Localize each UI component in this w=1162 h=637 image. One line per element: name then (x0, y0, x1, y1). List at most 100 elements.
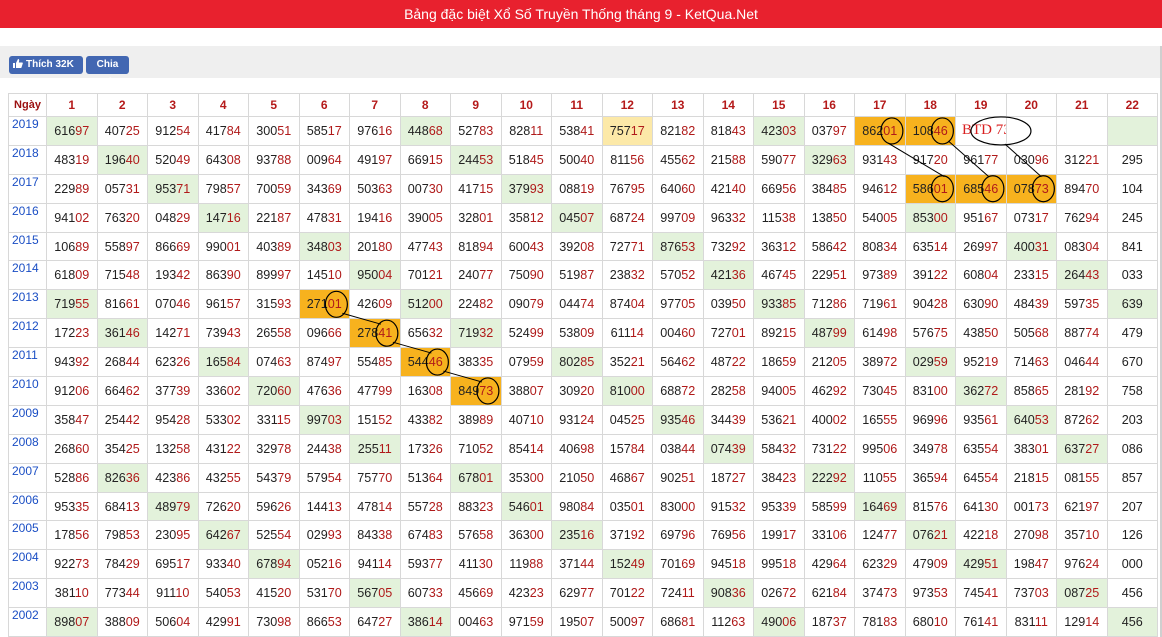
result-cell: 94518 (702, 549, 754, 580)
day-header: 1 (46, 93, 98, 117)
year-label[interactable]: 2004 (8, 549, 47, 580)
result-cell: 36312 (753, 231, 805, 262)
result-prefix: 866 (306, 615, 328, 630)
result-prefix: 645 (963, 470, 985, 485)
day-header: 20 (1005, 93, 1057, 117)
year-label[interactable]: 2012 (8, 318, 47, 349)
result-cell: 086 (1106, 433, 1158, 464)
result-cell: 18737 (803, 607, 855, 637)
year-label[interactable]: 2018 (8, 144, 47, 175)
year-label[interactable]: 2017 (8, 173, 47, 204)
day-header: 6 (298, 93, 350, 117)
result-prefix: 853 (912, 210, 934, 225)
result-prefix: 083 (1064, 239, 1086, 254)
result-cell: 87497 (298, 347, 350, 378)
result-last-two: 42 (176, 268, 191, 283)
result-prefix: 769 (710, 528, 732, 543)
result-last-two: 16 (226, 210, 241, 225)
result-prefix: 039 (710, 297, 732, 312)
result-cell: 38614 (399, 607, 451, 637)
result-cell: 16555 (854, 404, 906, 435)
facebook-share-button[interactable]: Chia sẻ (86, 56, 129, 88)
year-label[interactable]: 2009 (8, 404, 47, 435)
result-last-two: 18 (731, 557, 746, 572)
result-last-two: 41 (984, 615, 999, 630)
result-prefix: 525 (256, 528, 278, 543)
result-cell: 07873 (1005, 173, 1057, 204)
year-label[interactable]: 2003 (8, 578, 47, 609)
result-last-two: 15 (428, 152, 443, 167)
result-cell: 03797 (803, 116, 855, 146)
result-cell: 51364 (399, 462, 451, 493)
year-row: 2018 48319 19640 52049 64308 93788 00964 49197 6… (8, 144, 1158, 175)
social-bar (0, 46, 1162, 78)
result-cell: 25442 (96, 404, 148, 435)
result-prefix: 719 (54, 297, 76, 312)
result-last-two: 40 (580, 152, 595, 167)
result-last-two: 50 (984, 326, 999, 341)
result-last-two: 10 (933, 615, 948, 630)
result-prefix: 212 (811, 355, 833, 370)
result-cell: 53841 (551, 116, 603, 146)
result-prefix: 872 (1064, 412, 1086, 427)
result-cell: 89215 (753, 318, 805, 349)
result-prefix: 124 (862, 528, 884, 543)
year-label[interactable]: 2007 (8, 462, 47, 493)
result-last-two: 73 (75, 557, 90, 572)
result-cell: 68681 (652, 607, 704, 637)
result-cell: 71932 (450, 318, 502, 349)
result-cell: 36146 (96, 318, 148, 349)
year-label[interactable]: 2016 (8, 202, 47, 233)
result-cell: 32801 (450, 202, 502, 233)
year-label[interactable]: 2010 (8, 376, 47, 406)
year-label[interactable]: 2002 (8, 607, 47, 637)
result-cell: 07621 (904, 520, 956, 551)
result-last-two: 33 (428, 586, 443, 601)
year-label[interactable]: 2011 (8, 347, 47, 378)
result-prefix: 546 (508, 499, 530, 514)
facebook-like-button[interactable]: Thích 32K (9, 56, 83, 74)
result-prefix: 607 (407, 586, 429, 601)
result-prefix: 520 (155, 152, 177, 167)
result-prefix: 773 (104, 586, 126, 601)
result-last-two: 18 (984, 528, 999, 543)
year-label[interactable]: 2008 (8, 433, 47, 464)
year-label[interactable]: 2005 (8, 520, 47, 551)
result-cell: 04474 (551, 289, 603, 320)
result-last-two: 99 (529, 326, 544, 341)
year-label[interactable]: 2015 (8, 231, 47, 262)
result-prefix: 664 (104, 383, 126, 398)
year-row: 2019 61697 40725 91254 41784 30051 58517 97616 4… (8, 116, 1158, 146)
result-cell: 81156 (601, 144, 653, 175)
result-last-two: 45 (883, 383, 898, 398)
result-cell: 37993 (500, 173, 552, 204)
result-cell: 27841 (349, 318, 401, 349)
result-cell: 47831 (298, 202, 350, 233)
result-cell: 66956 (753, 173, 805, 204)
day-header: 17 (854, 93, 906, 117)
result-cell: 38110 (46, 578, 98, 609)
result-last-two: 22 (832, 441, 847, 456)
result-cell: 97389 (854, 260, 906, 291)
result-cell: 58432 (753, 433, 805, 464)
result-cell: 68724 (601, 202, 653, 233)
result-prefix: 044 (559, 297, 581, 312)
result-prefix: 614 (862, 326, 884, 341)
result-last-two: 29 (883, 557, 898, 572)
result-cell: 49197 (349, 144, 401, 175)
result-cell: 62184 (803, 578, 855, 609)
result-prefix: 422 (963, 528, 985, 543)
result-cell: 38335 (450, 347, 502, 378)
result-cell: 50040 (551, 144, 603, 175)
result-cell: 89470 (1056, 173, 1108, 204)
year-label[interactable]: 2006 (8, 491, 47, 522)
result-cell: 96996 (904, 404, 956, 435)
like-label: Thích 32K (26, 59, 74, 70)
result-last-two: 27 (731, 470, 746, 485)
year-label[interactable]: 2019 (8, 116, 47, 146)
year-label[interactable]: 2014 (8, 260, 47, 291)
result-cell: 85865 (1005, 376, 1057, 406)
result-prefix: 487 (811, 326, 833, 341)
year-label[interactable]: 2013 (8, 289, 47, 320)
result-cell: 50568 (1005, 318, 1057, 349)
